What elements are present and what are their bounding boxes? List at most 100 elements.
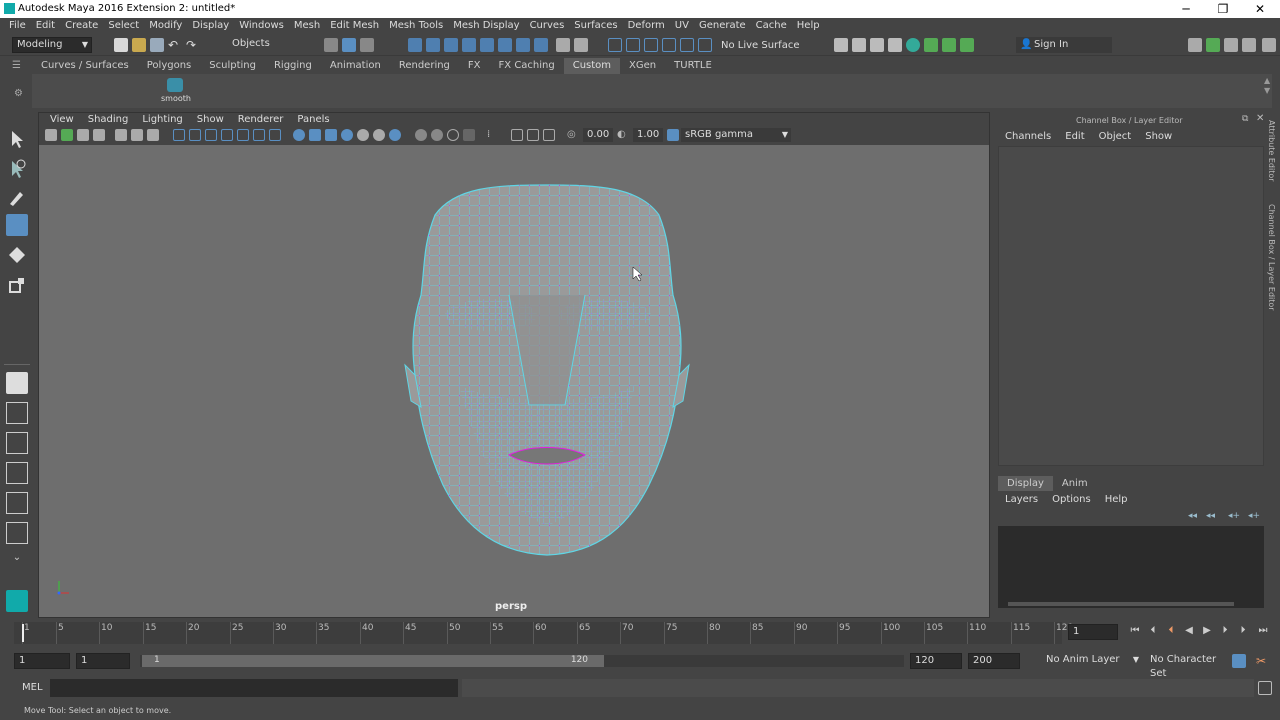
shelf-tab-sculpting[interactable]: Sculpting [200, 58, 265, 74]
paint-select-tool-icon[interactable] [6, 186, 28, 208]
menu-file[interactable]: File [4, 18, 31, 34]
le-menu-help[interactable]: Help [1098, 492, 1135, 507]
bookmark-icon[interactable] [77, 129, 89, 141]
select-component-icon[interactable] [360, 38, 374, 52]
vp-menu-renderer[interactable]: Renderer [231, 113, 291, 128]
shelf-tab-custom[interactable]: Custom [563, 58, 621, 74]
undo-icon[interactable]: ↶ [168, 38, 182, 52]
menu-uv[interactable]: UV [670, 18, 694, 34]
persp-outliner-layout-icon[interactable] [6, 432, 28, 454]
gate-mask-icon[interactable] [543, 129, 555, 141]
face-mesh[interactable] [39, 145, 989, 617]
selection-mode-dropdown[interactable]: Objects [228, 37, 302, 53]
outliner-persp-layout-icon[interactable] [6, 522, 28, 544]
xray-active-icon[interactable] [325, 129, 337, 141]
smooth-shelf-button[interactable]: smooth [160, 76, 191, 106]
new-scene-icon[interactable] [114, 38, 128, 52]
open-scene-icon[interactable] [132, 38, 146, 52]
menu-display[interactable]: Display [187, 18, 234, 34]
four-view-layout-icon[interactable] [6, 402, 28, 424]
playback-end-field[interactable]: 120 [910, 653, 962, 669]
menu-mesh-tools[interactable]: Mesh Tools [384, 18, 448, 34]
menu-deform[interactable]: Deform [623, 18, 670, 34]
move-layer-down-icon[interactable]: ◂◂ [1206, 511, 1215, 521]
depth-of-field-icon[interactable] [389, 129, 401, 141]
move-layer-up-icon[interactable]: ◂◂ [1188, 511, 1197, 521]
isolate-select-icon[interactable] [293, 129, 305, 141]
xray-joints-icon[interactable] [309, 129, 321, 141]
vp-menu-shading[interactable]: Shading [81, 113, 136, 128]
tool-settings-icon[interactable] [1224, 38, 1238, 52]
input-ops-icon[interactable] [608, 38, 622, 52]
gamma-field[interactable]: 1.00 [633, 128, 663, 142]
le-menu-options[interactable]: Options [1045, 492, 1098, 507]
snap-point-icon[interactable] [444, 38, 458, 52]
magnet-icon[interactable] [680, 38, 694, 52]
render-view-icon[interactable] [834, 38, 848, 52]
maximize-button[interactable]: ❐ [1205, 1, 1241, 17]
symmetry-icon[interactable] [516, 38, 530, 52]
save-scene-icon[interactable] [150, 38, 164, 52]
background-icon[interactable] [463, 129, 475, 141]
snapshot-icon[interactable] [511, 129, 523, 141]
modeling-toolkit-icon[interactable] [924, 38, 938, 52]
menu-select[interactable]: Select [103, 18, 144, 34]
live-surface-label[interactable]: No Live Surface [721, 40, 799, 51]
construction-history-icon[interactable] [574, 38, 588, 52]
character-set-dropdown[interactable]: No Character Set [1146, 653, 1226, 679]
cb-menu-edit[interactable]: Edit [1058, 129, 1091, 144]
attribute-editor-icon[interactable] [1206, 38, 1220, 52]
snap-live-icon[interactable] [480, 38, 494, 52]
new-layer-icon[interactable]: ◂+ [1228, 511, 1240, 521]
modeling-toolkit-panel-icon[interactable] [1188, 38, 1202, 52]
animation-start-field[interactable]: 1 [14, 653, 70, 669]
output-ops-icon[interactable] [626, 38, 640, 52]
vp-menu-show[interactable]: Show [190, 113, 231, 128]
menu-modify[interactable]: Modify [144, 18, 187, 34]
select-object-icon[interactable] [342, 38, 356, 52]
smooth-shade-icon[interactable] [189, 129, 201, 141]
sign-in-dropdown[interactable]: 👤 Sign In [1016, 37, 1112, 53]
play-forward-icon[interactable]: ▶ [1200, 624, 1214, 638]
exposure-icon[interactable]: ◎ [567, 129, 579, 141]
screen-space-ao-icon[interactable] [341, 129, 353, 141]
step-forward-key-icon[interactable]: ⏵ [1236, 624, 1250, 638]
le-menu-layers[interactable]: Layers [998, 492, 1045, 507]
shelf-tab-polygons[interactable]: Polygons [138, 58, 201, 74]
anim-prefs-icon[interactable]: ✂ [1256, 654, 1270, 668]
paint-select-icon[interactable] [662, 38, 676, 52]
render-frame-icon[interactable] [852, 38, 866, 52]
redo-icon[interactable]: ↷ [186, 38, 200, 52]
go-to-end-icon[interactable]: ⏭ [1256, 624, 1270, 638]
shelf-tab-rigging[interactable]: Rigging [265, 58, 321, 74]
play-backward-icon[interactable]: ◀ [1182, 624, 1196, 638]
select-tool-icon[interactable] [6, 128, 28, 150]
playback-start-field[interactable]: 1 [76, 653, 130, 669]
current-frame-field[interactable]: 1 [1068, 624, 1118, 640]
image-plane-icon[interactable] [93, 129, 105, 141]
new-layer-selected-icon[interactable]: ◂+ [1248, 511, 1260, 521]
ipr-render-icon[interactable] [870, 38, 884, 52]
cb-menu-show[interactable]: Show [1138, 129, 1179, 144]
textured-icon[interactable] [221, 129, 233, 141]
step-back-key-icon[interactable]: ⏴ [1146, 624, 1160, 638]
scale-tool-icon[interactable] [6, 274, 28, 296]
snap-view-plane-icon[interactable] [462, 38, 476, 52]
shelf-tab-curves-surfaces[interactable]: Curves / Surfaces [32, 58, 138, 74]
mel-label[interactable]: MEL [22, 682, 43, 693]
shelf-tab-turtle[interactable]: TURTLE [665, 58, 721, 74]
color-management-icon[interactable] [667, 129, 679, 141]
hik-icon[interactable] [960, 38, 974, 52]
vp-menu-view[interactable]: View [43, 113, 81, 128]
menu-create[interactable]: Create [60, 18, 103, 34]
camera-attributes-icon[interactable] [61, 129, 73, 141]
snap-curve-icon[interactable] [426, 38, 440, 52]
menu-cache[interactable]: Cache [751, 18, 792, 34]
layer-list[interactable] [998, 526, 1264, 608]
step-back-frame-icon[interactable]: ⏴ [1164, 624, 1178, 638]
help-query-icon[interactable] [534, 38, 548, 52]
sphere-shade-icon[interactable] [415, 129, 427, 141]
persp-hypershade-layout-icon[interactable] [6, 492, 28, 514]
anti-aliasing-icon[interactable] [373, 129, 385, 141]
render-settings-icon[interactable] [888, 38, 902, 52]
